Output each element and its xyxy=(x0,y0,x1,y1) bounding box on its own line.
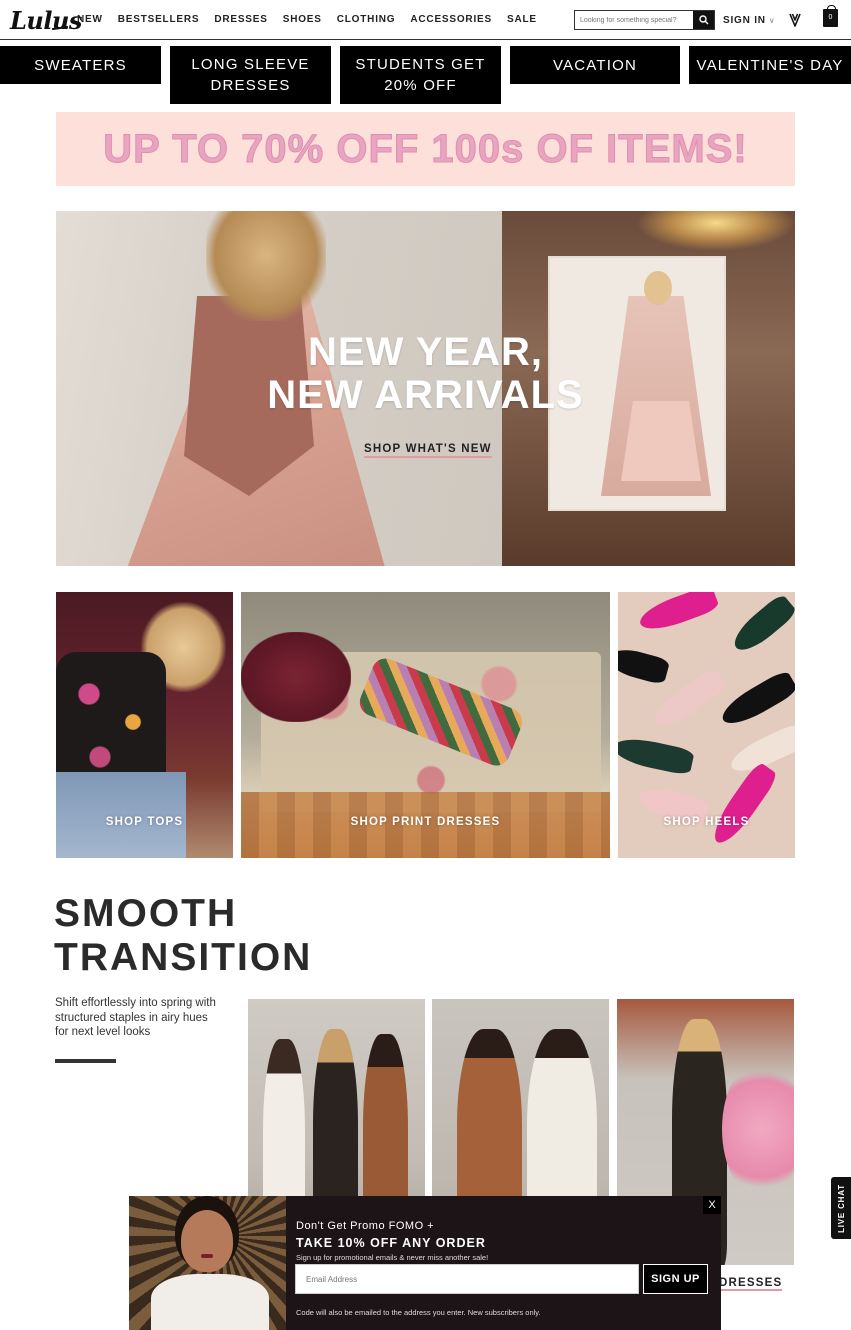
black-heel-image xyxy=(618,644,671,686)
model-face-image xyxy=(181,1210,233,1272)
sign-up-button[interactable]: SIGN UP xyxy=(643,1264,708,1294)
hero-title-line-1: NEW YEAR, xyxy=(308,330,543,374)
category-students-discount[interactable]: STUDENTS GET 20% OFF xyxy=(340,46,501,104)
floral-top-image xyxy=(56,652,166,792)
section-divider xyxy=(55,1059,116,1063)
nav-item-bestsellers[interactable]: BESTSELLERS xyxy=(118,14,200,25)
search-input[interactable] xyxy=(575,11,694,29)
black-heel-image xyxy=(716,668,795,732)
nav-item-sale[interactable]: SALE xyxy=(507,14,537,25)
shop-whats-new-link[interactable]: SHOP WHAT'S NEW xyxy=(364,443,492,458)
tile-shop-tops[interactable]: SHOP TOPS xyxy=(56,592,233,858)
hero-banner[interactable]: NEW YEAR, NEW ARRIVALS SHOP WHAT'S NEW xyxy=(56,211,795,566)
modal-kicker: Don't Get Promo FOMO + xyxy=(296,1220,435,1232)
hero-title: NEW YEAR, NEW ARRIVALS xyxy=(56,331,795,417)
hero-title-line-2: NEW ARRIVALS xyxy=(267,373,584,417)
search-icon xyxy=(698,15,709,25)
promo-text: UP TO 70% OFF 100s OF ITEMS! xyxy=(103,126,748,171)
lulus-logo[interactable]: Lulus xyxy=(10,6,82,35)
heart-icon[interactable] xyxy=(788,12,802,28)
modal-disclaimer: Code will also be emailed to the address… xyxy=(296,1308,541,1317)
jeans-image xyxy=(56,772,186,858)
white-top-image xyxy=(151,1274,269,1330)
second-model-head-image xyxy=(644,271,672,305)
cart-count: 0 xyxy=(828,14,833,21)
section-description: Shift effortlessly into spring with stru… xyxy=(55,997,216,1038)
nav-item-new[interactable]: NEW xyxy=(77,14,103,25)
cherry-blossom-image xyxy=(722,1059,794,1199)
search-button[interactable] xyxy=(693,11,714,29)
green-heel-image xyxy=(727,592,795,658)
site-header: Lulus NEW BESTSELLERS DRESSES SHOES CLOT… xyxy=(0,0,851,40)
green-heel-image xyxy=(618,733,695,777)
close-icon[interactable]: X xyxy=(703,1196,721,1214)
chevron-down-icon: ∨ xyxy=(768,16,776,25)
category-sweaters[interactable]: SWEATERS xyxy=(0,46,161,84)
section-title-line-1: SMOOTH xyxy=(54,892,238,935)
modal-subtitle: Sign up for promotional emails & never m… xyxy=(296,1253,489,1262)
category-vacation[interactable]: VACATION xyxy=(510,46,680,84)
main-nav: NEW BESTSELLERS DRESSES SHOES CLOTHING A… xyxy=(77,14,537,25)
nav-item-shoes[interactable]: SHOES xyxy=(283,14,322,25)
nav-item-accessories[interactable]: ACCESSORIES xyxy=(410,14,492,25)
velvet-chair-image xyxy=(241,632,351,722)
tile-label: SHOP PRINT DRESSES xyxy=(350,816,501,828)
sign-in-label: SIGN IN xyxy=(723,15,766,26)
search-box xyxy=(574,10,715,30)
live-chat-button[interactable]: LIVE CHAT xyxy=(831,1177,851,1239)
tile-label: SHOP HEELS xyxy=(663,816,750,828)
shop-dresses-link[interactable]: DRESSES xyxy=(719,1277,783,1291)
model-lips-image xyxy=(201,1254,213,1258)
email-field[interactable] xyxy=(295,1264,639,1294)
category-long-sleeve-dresses[interactable]: LONG SLEEVE DRESSES xyxy=(170,46,331,104)
section-title: SMOOTH TRANSITION xyxy=(54,892,312,980)
shopping-bag-icon[interactable]: 0 xyxy=(823,5,838,27)
tile-shop-print-dresses[interactable]: SHOP PRINT DRESSES xyxy=(241,592,610,858)
magenta-heel-image xyxy=(706,760,780,850)
chandelier-image xyxy=(636,211,795,251)
tile-shop-heels[interactable]: SHOP HEELS xyxy=(618,592,795,858)
category-valentines-day[interactable]: VALENTINE'S DAY xyxy=(689,46,851,84)
model-hair-image xyxy=(206,211,326,321)
promo-banner[interactable]: UP TO 70% OFF 100s OF ITEMS! xyxy=(56,112,795,186)
modal-title: TAKE 10% OFF ANY ORDER xyxy=(296,1236,486,1250)
sign-in-link[interactable]: SIGN IN ∨ xyxy=(723,15,775,26)
section-title-line-2: TRANSITION xyxy=(54,936,313,979)
pink-heel-image xyxy=(635,592,721,636)
email-signup-modal: Don't Get Promo FOMO + TAKE 10% OFF ANY … xyxy=(129,1196,721,1330)
nav-item-dresses[interactable]: DRESSES xyxy=(214,14,267,25)
live-chat-label: LIVE CHAT xyxy=(836,1183,846,1233)
nav-item-clothing[interactable]: CLOTHING xyxy=(337,14,396,25)
tile-label: SHOP TOPS xyxy=(105,816,184,828)
